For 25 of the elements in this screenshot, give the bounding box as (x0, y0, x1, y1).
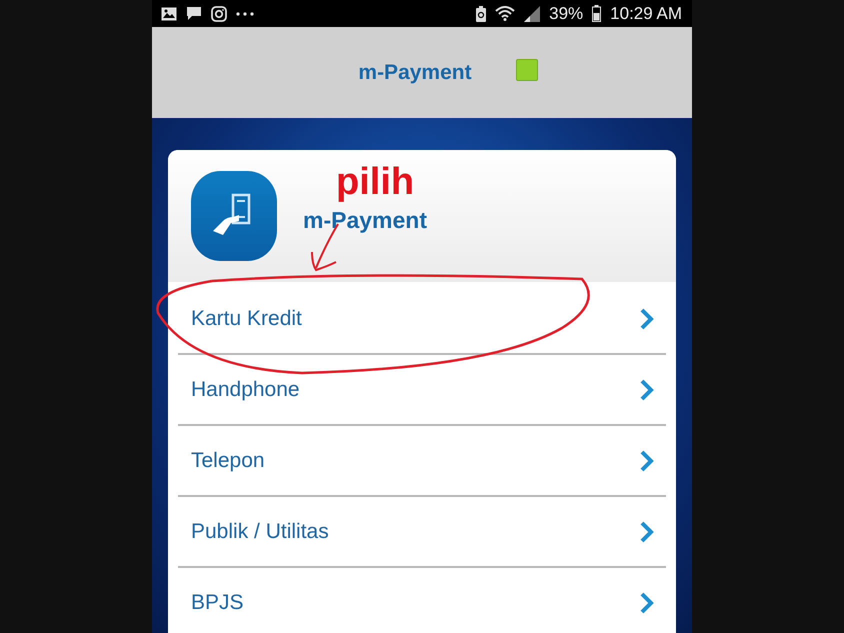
chevron-right-icon (640, 378, 654, 400)
handwritten-annotation: pilih (336, 162, 414, 202)
card-title: m-Payment (303, 206, 427, 234)
signal-icon (524, 6, 540, 22)
wifi-icon (495, 6, 516, 21)
battery-percentage: 39% (549, 4, 584, 24)
gallery-icon (161, 6, 177, 20)
chevron-right-icon (640, 450, 654, 472)
more-icon (236, 12, 254, 16)
app-logo-icon (191, 171, 277, 261)
chevron-right-icon (640, 308, 654, 330)
app-title: m-Payment (358, 60, 472, 84)
menu-item[interactable]: Handphone (178, 355, 666, 426)
battery-saver-icon (476, 6, 486, 22)
camera-icon (211, 6, 227, 22)
status-indicator-icon (516, 58, 538, 80)
message-icon (186, 6, 202, 21)
clock-time: 10:29 AM (610, 4, 682, 24)
battery-icon (592, 5, 602, 22)
menu-item[interactable]: BPJS (178, 568, 666, 633)
menu-item[interactable]: Kartu Kredit (178, 284, 666, 355)
menu-item[interactable]: Publik / Utilitas (178, 497, 666, 568)
chevron-right-icon (640, 520, 654, 542)
menu-item[interactable]: Telepon (178, 426, 666, 497)
chevron-right-icon (640, 592, 654, 614)
